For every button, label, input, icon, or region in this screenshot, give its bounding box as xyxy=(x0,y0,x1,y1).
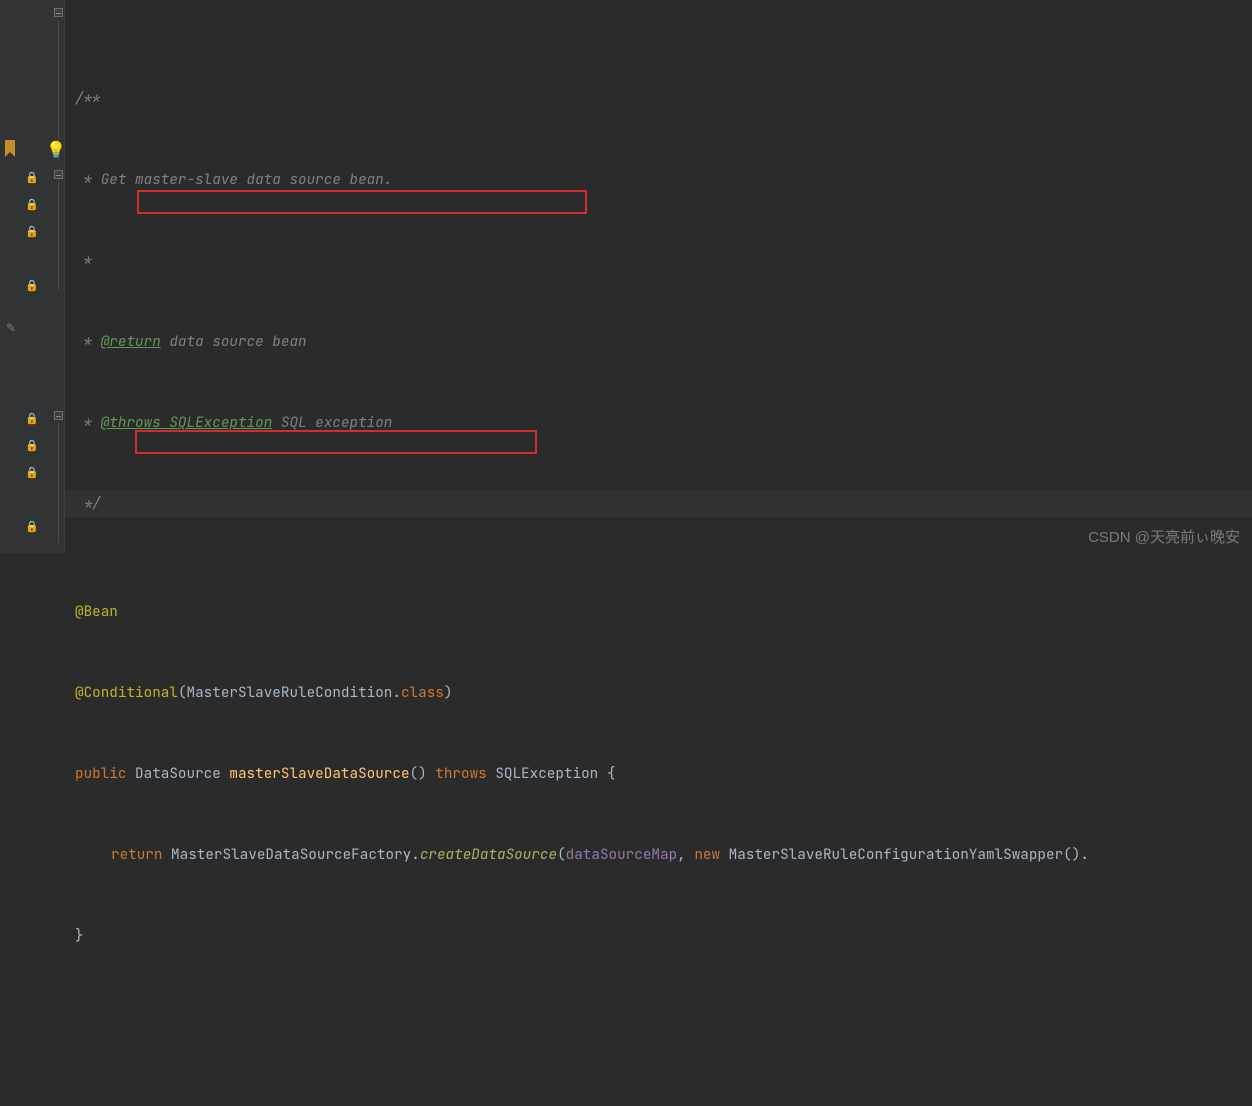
keyword: throws xyxy=(435,764,495,783)
keyword: public xyxy=(75,764,135,783)
code-line[interactable]: * @return data source bean xyxy=(65,328,1252,355)
bookmark-icon[interactable] xyxy=(4,140,16,158)
override-lock-icon[interactable]: 🔒 xyxy=(25,279,41,295)
code-line[interactable]: * xyxy=(65,247,1252,274)
javadoc-text: data source bean xyxy=(161,332,307,351)
javadoc-text: * xyxy=(75,413,101,432)
annotation: @Conditional xyxy=(75,683,178,702)
fold-toggle-icon[interactable] xyxy=(54,170,63,179)
editor-gutter: 💡 🔒 🔒 🔒 🔒 ✎ 🔒 🔒 🔒 🔒 xyxy=(0,0,65,553)
annotation: @Bean xyxy=(75,602,118,621)
keyword-class: class xyxy=(401,683,444,702)
highlight-box xyxy=(137,190,587,214)
override-lock-icon[interactable]: 🔒 xyxy=(25,466,41,482)
javadoc-text: */ xyxy=(75,494,101,513)
paren: ( xyxy=(178,683,187,702)
override-lock-icon[interactable]: 🔒 xyxy=(25,171,41,187)
javadoc-text: * xyxy=(75,332,101,351)
fold-line xyxy=(58,423,59,543)
javadoc-text: * Get master-slave data source bean. xyxy=(75,170,392,189)
code-line-current[interactable]: */ xyxy=(65,490,1252,517)
fold-toggle-icon[interactable] xyxy=(54,411,63,420)
paren: ( xyxy=(557,845,566,864)
code-editor[interactable]: 💡 🔒 🔒 🔒 🔒 ✎ 🔒 🔒 🔒 🔒 /** * Get master-sla… xyxy=(0,0,1252,553)
code-line[interactable]: } xyxy=(65,922,1252,949)
fold-line xyxy=(58,182,59,290)
class-ref: MasterSlaveRuleCondition xyxy=(187,683,393,702)
override-lock-icon[interactable]: 🔒 xyxy=(25,520,41,536)
brace: } xyxy=(75,926,84,945)
class-ref: MasterSlaveRuleConfigurationYamlSwapper(… xyxy=(729,845,1089,864)
keyword: return xyxy=(111,845,171,864)
intention-bulb-icon[interactable]: 💡 xyxy=(46,139,60,157)
paren: ) xyxy=(444,683,453,702)
override-lock-icon[interactable]: 🔒 xyxy=(25,412,41,428)
static-method: createDataSource xyxy=(420,845,557,864)
code-line[interactable]: public DataSource masterSlaveDataSource(… xyxy=(65,760,1252,787)
code-line-blank[interactable] xyxy=(65,1003,1252,1030)
field-ref: dataSourceMap xyxy=(566,845,678,864)
javadoc-link: SQLException xyxy=(161,413,273,432)
code-line[interactable]: @Bean xyxy=(65,598,1252,625)
override-lock-icon[interactable]: 🔒 xyxy=(25,439,41,455)
javadoc-text: /** xyxy=(75,89,101,108)
keyword: new xyxy=(694,845,728,864)
dot: . xyxy=(392,683,401,702)
javadoc-tag: @throws xyxy=(101,413,161,432)
fold-toggle-icon[interactable] xyxy=(54,8,63,17)
type: DataSource xyxy=(135,764,229,783)
code-line[interactable]: @Conditional(MasterSlaveRuleCondition.cl… xyxy=(65,679,1252,706)
edit-pencil-icon[interactable]: ✎ xyxy=(6,320,22,336)
javadoc-tag: @return xyxy=(101,332,161,351)
comma: , xyxy=(677,845,694,864)
code-line[interactable]: * @throws SQLException SQL exception xyxy=(65,409,1252,436)
method-name: masterSlaveDataSource xyxy=(229,764,409,783)
exception: SQLException { xyxy=(495,764,615,783)
code-area[interactable]: /** * Get master-slave data source bean.… xyxy=(65,0,1252,553)
code-line[interactable]: * Get master-slave data source bean. xyxy=(65,166,1252,193)
parens: () xyxy=(410,764,436,783)
override-lock-icon[interactable]: 🔒 xyxy=(25,198,41,214)
javadoc-text: SQL exception xyxy=(272,413,392,432)
code-line[interactable]: return MasterSlaveDataSourceFactory.crea… xyxy=(65,841,1252,868)
code-line[interactable]: /** xyxy=(65,85,1252,112)
override-lock-icon[interactable]: 🔒 xyxy=(25,225,41,241)
class-ref: MasterSlaveDataSourceFactory. xyxy=(171,845,420,864)
javadoc-text: * xyxy=(75,251,92,270)
